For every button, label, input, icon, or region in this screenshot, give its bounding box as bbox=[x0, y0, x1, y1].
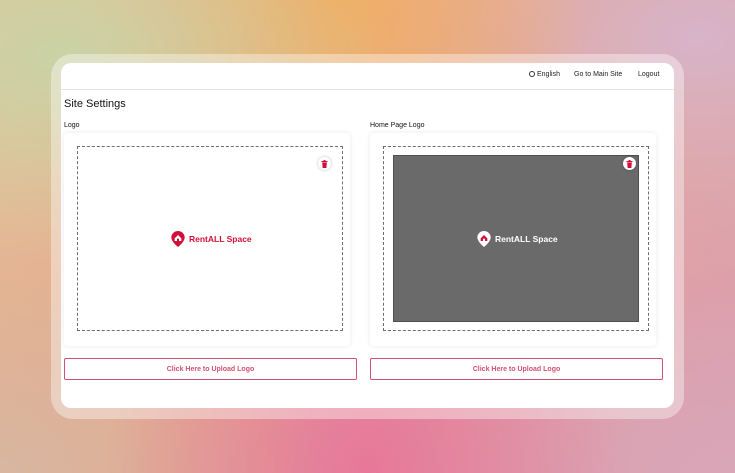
trash-icon bbox=[626, 159, 633, 168]
logo-drop-area[interactable]: RentALL Space bbox=[77, 146, 343, 331]
home-logo-preview-background: RentALL Space bbox=[393, 155, 639, 322]
rentall-logo-icon bbox=[171, 231, 185, 247]
top-navigation-bar: English Go to Main Site Logout bbox=[61, 63, 674, 90]
language-selector[interactable]: English bbox=[529, 71, 560, 78]
go-to-main-site-link[interactable]: Go to Main Site bbox=[574, 71, 622, 78]
home-logo-drop-area[interactable]: RentALL Space bbox=[383, 146, 649, 331]
home-logo-brand-text: RentALL Space bbox=[495, 234, 558, 244]
admin-screen: English Go to Main Site Logout Site Sett… bbox=[61, 63, 674, 408]
home-logo-delete-button[interactable] bbox=[623, 157, 636, 170]
language-label: English bbox=[537, 71, 560, 78]
home-logo-preview: RentALL Space bbox=[477, 231, 558, 247]
logo-brand-text: RentALL Space bbox=[189, 234, 252, 244]
upload-logo-button[interactable]: Click Here to Upload Logo bbox=[64, 358, 357, 380]
logo-section-label: Logo bbox=[64, 122, 80, 129]
rentall-logo-icon bbox=[477, 231, 491, 247]
logout-link[interactable]: Logout bbox=[638, 71, 659, 78]
home-logo-card: RentALL Space bbox=[370, 133, 656, 346]
logo-preview: RentALL Space bbox=[171, 231, 252, 247]
globe-icon bbox=[529, 71, 535, 77]
upload-home-logo-button[interactable]: Click Here to Upload Logo bbox=[370, 358, 663, 380]
logo-card: RentALL Space bbox=[64, 133, 350, 346]
home-logo-section-label: Home Page Logo bbox=[370, 122, 425, 129]
page-title: Site Settings bbox=[64, 98, 126, 110]
trash-icon bbox=[321, 159, 328, 168]
logo-delete-button[interactable] bbox=[318, 157, 331, 170]
